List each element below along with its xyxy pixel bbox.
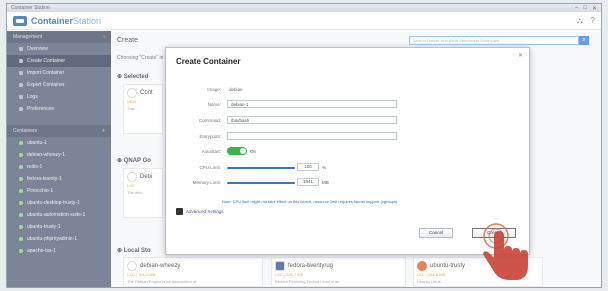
memory-limit-slider[interactable] <box>227 182 295 184</box>
memory-limit-label: Memory Limit: <box>192 180 221 185</box>
close-icon[interactable]: ✕ <box>518 52 523 59</box>
cancel-button[interactable]: Cancel <box>419 228 453 238</box>
command-field[interactable]: /bin/bash <box>227 116 397 124</box>
cpu-limit-label: CPU Limit: <box>199 165 221 170</box>
gear-icon <box>176 208 183 215</box>
entrypoint-field[interactable] <box>227 132 397 140</box>
autostart-toggle[interactable] <box>227 147 247 155</box>
cpu-limit-input[interactable]: 100 <box>297 163 319 171</box>
image-label: Image: <box>207 87 221 92</box>
image-value: debian <box>229 87 243 92</box>
command-label: Command: <box>198 118 221 123</box>
advanced-settings-link[interactable]: Advanced Settings <box>176 208 224 215</box>
memory-limit-unit: MB <box>322 180 329 185</box>
entrypoint-label: Entrypoint: <box>199 134 221 139</box>
autostart-state: On <box>250 149 257 154</box>
cpu-limit-unit: % <box>322 165 327 170</box>
dialog-title: Create Container <box>176 57 241 66</box>
name-label: Name: <box>207 102 221 107</box>
autostart-label: Autostart: <box>201 149 221 154</box>
cpu-limit-slider[interactable] <box>227 167 295 169</box>
kernel-note: Note: CPU limit might not take effect on… <box>222 199 399 204</box>
name-field[interactable]: debian-1 <box>227 100 397 108</box>
memory-limit-input[interactable]: 1841 <box>297 178 319 186</box>
pointing-hand-icon <box>483 223 528 280</box>
